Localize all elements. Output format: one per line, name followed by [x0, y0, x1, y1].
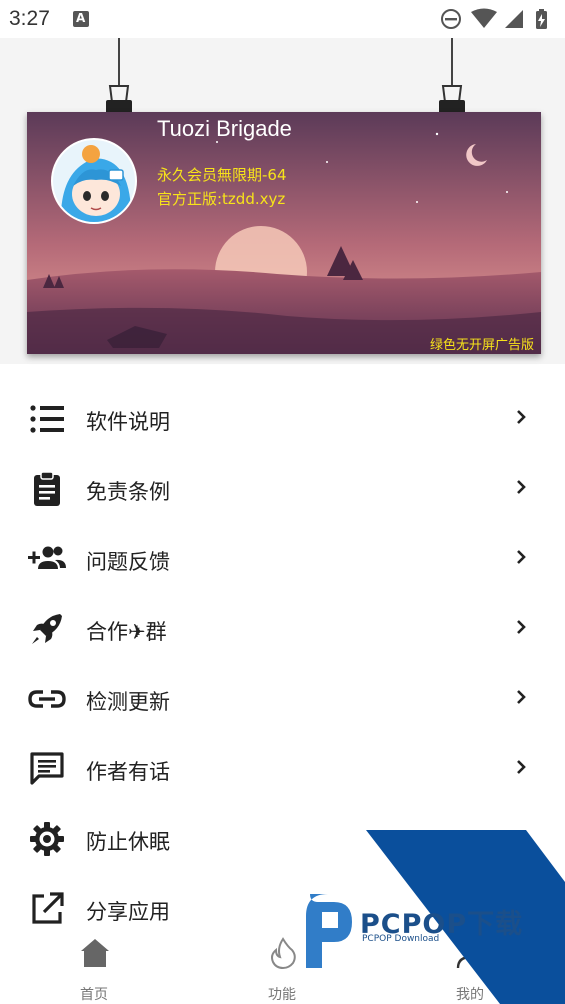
nav-label: 功能 — [268, 987, 296, 1003]
menu-item-cooperation-group[interactable]: 合作✈群 — [0, 594, 565, 664]
vip-status: 永久会员無限期-64 — [157, 166, 287, 184]
avatar[interactable] — [51, 138, 137, 224]
battery-icon — [536, 9, 547, 29]
gear-icon — [30, 822, 64, 856]
official-site: 官方正版:tzdd.xyz — [157, 190, 286, 208]
chevron-right-icon — [517, 760, 526, 774]
menu-label: 免责条例 — [86, 480, 170, 504]
menu-label: 问题反馈 — [86, 550, 170, 574]
nav-label: 我的 — [456, 987, 484, 1003]
user-name: Tuozi Brigade — [157, 116, 292, 141]
menu-label: 防止休眠 — [86, 830, 170, 854]
status-bar: 3:27 — [0, 0, 565, 38]
menu-label: 检测更新 — [86, 690, 170, 714]
menu-label: 合作✈群 — [86, 620, 167, 644]
chevron-right-icon — [517, 480, 526, 494]
anime-avatar-icon — [53, 140, 135, 222]
menu-item-author-notes[interactable]: 作者有话 — [0, 734, 565, 804]
message-icon — [30, 752, 64, 785]
menu-item-software-info[interactable]: 软件说明 — [0, 384, 565, 454]
menu-label: 作者有话 — [86, 760, 170, 784]
menu-label: 分享应用 — [86, 900, 170, 924]
edition-badge: 绿色无开屏广告版 — [430, 338, 535, 353]
wifi-icon — [471, 8, 497, 28]
nav-tab-mine[interactable]: 我的 — [376, 930, 564, 1004]
link-icon — [28, 690, 66, 708]
status-icons — [439, 8, 557, 30]
chevron-right-icon — [517, 410, 526, 424]
add-group-icon — [28, 546, 66, 569]
list-icon — [30, 405, 64, 433]
status-time: 3:27 — [9, 7, 50, 30]
menu-item-feedback[interactable]: 问题反馈 — [0, 524, 565, 594]
cell-signal-icon — [505, 10, 523, 28]
nav-tab-home[interactable]: 首页 — [0, 930, 188, 1004]
bottom-nav: 首页 功能 我的 — [0, 930, 565, 1004]
fire-icon — [271, 937, 296, 970]
external-link-icon — [32, 892, 64, 924]
rocket-icon — [32, 614, 62, 644]
nav-tab-features[interactable]: 功能 — [188, 930, 376, 1004]
chevron-right-icon — [517, 550, 526, 564]
menu-item-disclaimer[interactable]: 免责条例 — [0, 454, 565, 524]
chevron-right-icon — [517, 690, 526, 704]
menu-item-check-update[interactable]: 检测更新 — [0, 664, 565, 734]
menu-label: 软件说明 — [86, 410, 170, 434]
chevron-right-icon — [517, 620, 526, 634]
clipboard-icon — [34, 471, 60, 506]
notification-a-icon — [73, 11, 89, 27]
person-icon — [456, 938, 486, 969]
nav-label: 首页 — [80, 987, 108, 1003]
home-icon — [81, 939, 109, 967]
do-not-disturb-icon — [441, 9, 461, 29]
menu-item-prevent-sleep[interactable]: 防止休眠 — [0, 804, 565, 874]
